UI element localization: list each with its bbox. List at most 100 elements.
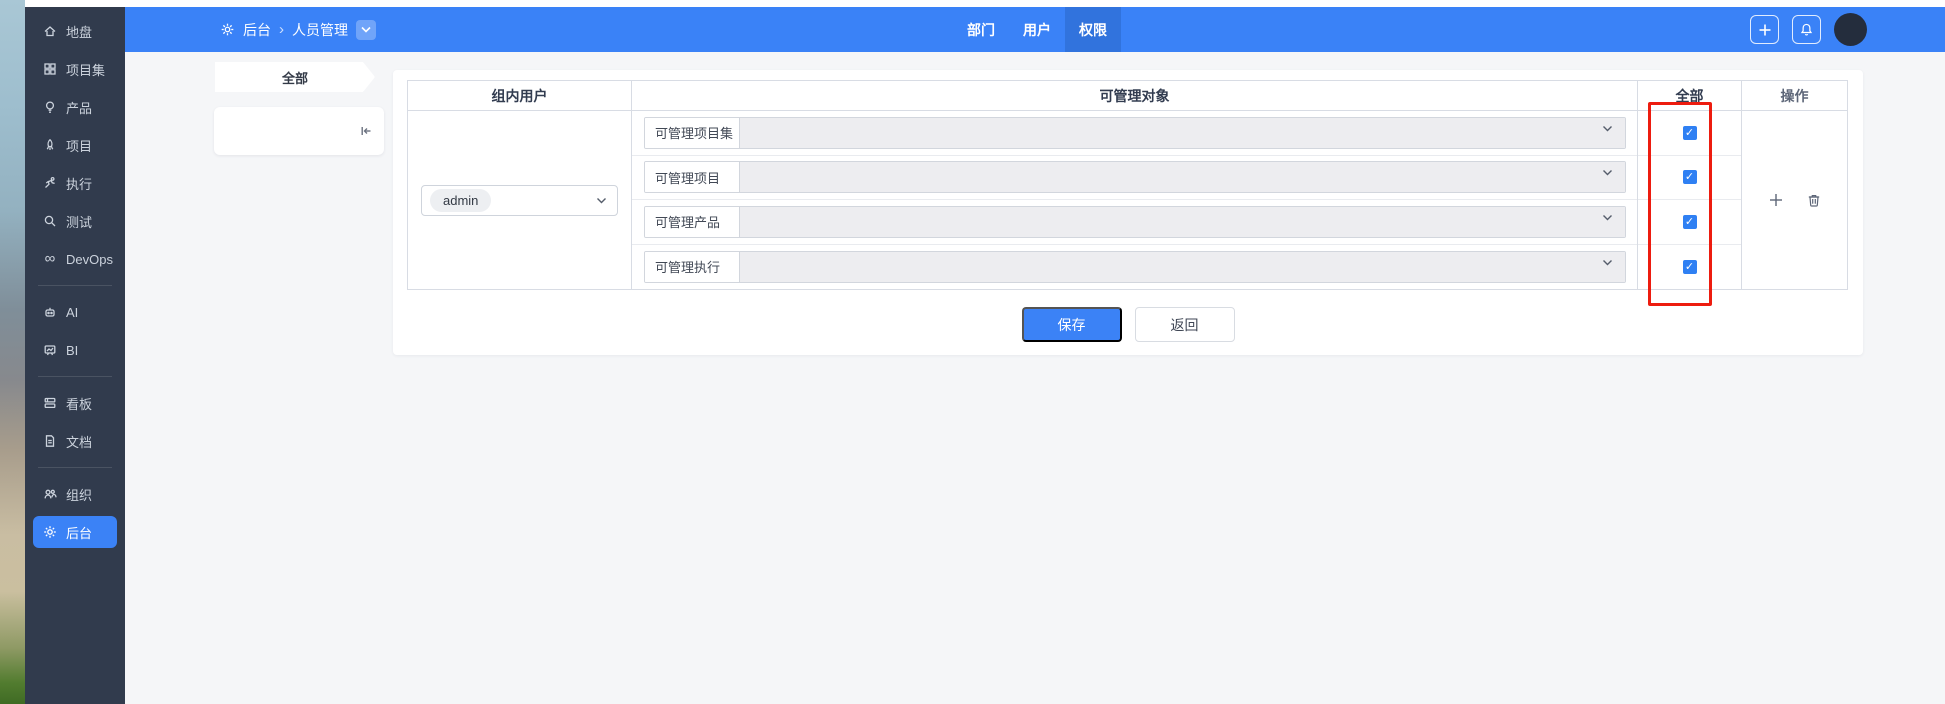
sidebar-item-ai[interactable]: AI xyxy=(25,293,125,331)
object-input-group: 可管理项目集 xyxy=(644,116,1626,149)
sidebar-divider xyxy=(38,376,112,377)
sidebar-divider xyxy=(38,285,112,286)
side-tree-panel xyxy=(214,107,384,155)
gear-icon xyxy=(221,23,234,36)
sidebar-item-kanban[interactable]: 看板 xyxy=(25,384,125,422)
sidebar-item-label: 产品 xyxy=(66,100,93,116)
object-select-program[interactable] xyxy=(740,117,1625,148)
chevron-down-icon xyxy=(1602,125,1613,132)
notification-button[interactable] xyxy=(1792,15,1821,44)
top-margin xyxy=(25,0,1945,7)
header-group-user: 组内用户 xyxy=(408,81,632,110)
avatar[interactable] xyxy=(1834,13,1867,46)
tab-privilege[interactable]: 权限 xyxy=(1065,7,1121,52)
top-navbar: 后台 › 人员管理 部门 用户 权限 xyxy=(125,7,1945,52)
tab-department[interactable]: 部门 xyxy=(953,7,1009,52)
sidebar-item-doc[interactable]: 文档 xyxy=(25,422,125,460)
tab-label: 部门 xyxy=(967,21,995,38)
group-user-cell: admin xyxy=(408,111,632,289)
back-button[interactable]: 返回 xyxy=(1134,307,1235,342)
sidebar-item-label: 看板 xyxy=(66,396,93,412)
user-tag: admin xyxy=(430,188,492,212)
breadcrumb-dropdown-toggle[interactable] xyxy=(356,19,376,40)
object-row-project: 可管理项目 xyxy=(632,156,1637,200)
all-checkbox-project[interactable] xyxy=(1682,170,1697,185)
sidebar-item-product[interactable]: 产品 xyxy=(25,88,125,126)
sidebar-item-label: DevOps xyxy=(66,251,113,267)
object-label: 可管理项目集 xyxy=(645,117,740,148)
object-input-group: 可管理执行 xyxy=(644,250,1626,283)
object-label: 可管理产品 xyxy=(645,206,740,237)
collapse-panel-button[interactable] xyxy=(356,121,376,141)
sidebar-item-org[interactable]: 组织 xyxy=(25,475,125,513)
checkbox-row xyxy=(1638,111,1741,156)
navbar-tabs: 部门 用户 权限 xyxy=(953,7,1121,52)
chevron-down-icon xyxy=(1602,259,1613,266)
checkbox-row xyxy=(1638,245,1741,290)
object-row-program: 可管理项目集 xyxy=(632,111,1637,156)
breadcrumb-root[interactable]: 后台 xyxy=(243,20,271,40)
object-input-group: 可管理项目 xyxy=(644,161,1626,194)
collapse-left-icon xyxy=(361,127,371,135)
add-row-icon[interactable] xyxy=(1768,192,1784,208)
breadcrumb-current[interactable]: 人员管理 xyxy=(292,20,348,40)
sidebar-item-label: 项目 xyxy=(66,138,93,154)
chevron-down-icon xyxy=(361,26,371,33)
sidebar-item-label: 后台 xyxy=(66,525,93,541)
header-actions: 操作 xyxy=(1780,87,1809,104)
header-manageable-objects: 可管理对象 xyxy=(632,81,1638,110)
object-label: 可管理项目 xyxy=(645,162,740,193)
object-select-project[interactable] xyxy=(740,162,1625,193)
lightbulb-icon xyxy=(45,101,55,113)
sidebar-item-devops[interactable]: ∞ DevOps xyxy=(25,240,125,278)
all-checkbox-execution[interactable] xyxy=(1682,259,1697,274)
object-select-execution[interactable] xyxy=(740,251,1625,282)
chevron-down-icon xyxy=(596,197,607,204)
filter-tab-label: 全部 xyxy=(281,70,308,86)
sidebar-item-label: AI xyxy=(66,304,79,320)
sidebar-item-home[interactable]: 地盘 xyxy=(25,12,125,50)
object-select-product[interactable] xyxy=(740,206,1625,237)
header-all: 全部 xyxy=(1638,81,1742,110)
sidebar-item-project[interactable]: 项目 xyxy=(25,126,125,164)
bell-icon xyxy=(1800,23,1813,36)
sidebar-divider xyxy=(38,467,112,468)
gear-icon xyxy=(44,526,56,538)
rocket-icon xyxy=(46,138,54,150)
sidebar-item-program[interactable]: 项目集 xyxy=(25,50,125,88)
all-checkbox-program[interactable] xyxy=(1682,125,1697,140)
object-label: 可管理执行 xyxy=(645,251,740,282)
sidebar-item-bi[interactable]: BI xyxy=(25,331,125,369)
chevron-down-icon xyxy=(1602,169,1613,176)
save-button[interactable]: 保存 xyxy=(1021,307,1122,342)
checkbox-row xyxy=(1638,156,1741,200)
all-checkbox-product[interactable] xyxy=(1682,214,1697,229)
sidebar-item-label: 文档 xyxy=(66,434,93,450)
sidebar-item-test[interactable]: 测试 xyxy=(25,202,125,240)
breadcrumb: 后台 › 人员管理 xyxy=(220,7,376,52)
row-actions-cell xyxy=(1742,111,1847,289)
filter-tab-all[interactable]: 全部 xyxy=(215,62,375,92)
home-icon xyxy=(44,26,56,37)
delete-row-icon[interactable] xyxy=(1806,192,1822,208)
footer-button-row: 保存 返回 xyxy=(393,307,1863,342)
all-checkbox-cell xyxy=(1638,111,1742,289)
add-button[interactable] xyxy=(1750,15,1779,44)
sidebar-item-admin[interactable]: 后台 xyxy=(33,516,117,548)
sidebar-item-execution[interactable]: 执行 xyxy=(25,164,125,202)
navbar-actions xyxy=(1750,7,1867,52)
wallpaper-strip xyxy=(0,0,25,704)
object-row-execution: 可管理执行 xyxy=(632,245,1637,290)
tab-user[interactable]: 用户 xyxy=(1009,7,1065,52)
plus-icon xyxy=(1759,24,1770,35)
group-user-select[interactable]: admin xyxy=(421,184,618,216)
people-icon xyxy=(44,489,57,499)
sidebar-item-label: 项目集 xyxy=(66,62,106,78)
table-header-row: 组内用户 可管理对象 全部 操作 xyxy=(408,81,1847,111)
object-row-product: 可管理产品 xyxy=(632,200,1637,245)
privilege-table: 组内用户 可管理对象 全部 操作 admin 可管理项目集 可管理项目 可管理产… xyxy=(407,80,1848,290)
magnifier-icon xyxy=(44,215,56,227)
sidebar-item-label: 组织 xyxy=(66,487,93,503)
document-icon xyxy=(45,435,55,447)
table-body-row: admin 可管理项目集 可管理项目 可管理产品 可管理执行 ✓ ✓ ✓ ✓ xyxy=(408,111,1847,289)
